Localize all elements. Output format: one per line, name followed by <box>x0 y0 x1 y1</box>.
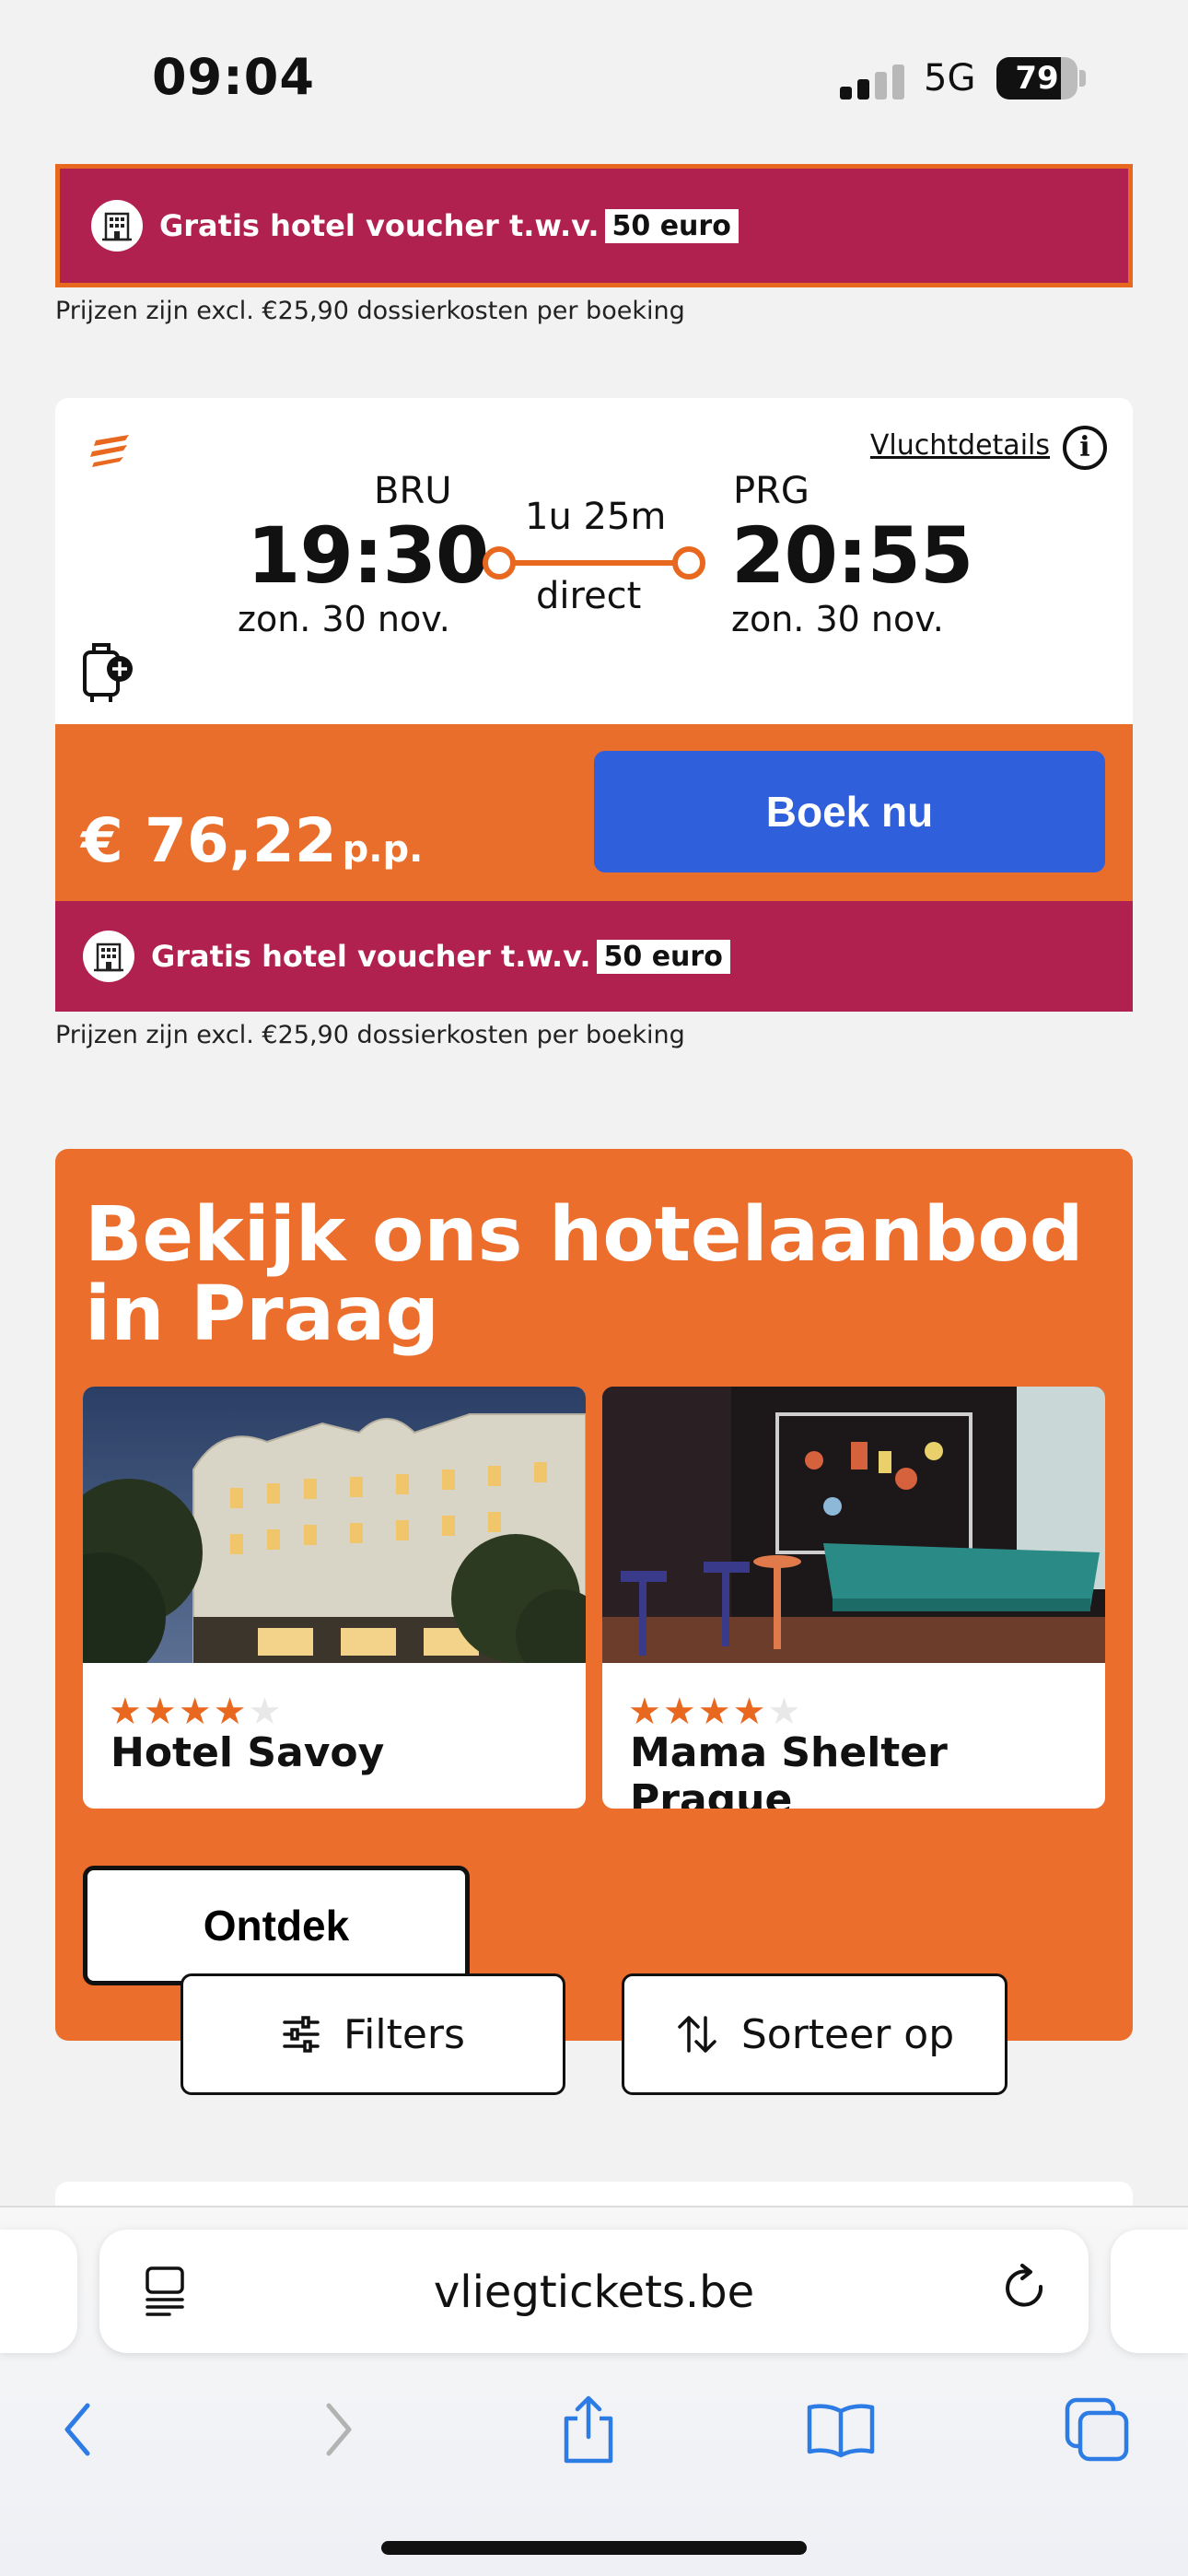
next-tab-preview[interactable] <box>1111 2230 1188 2353</box>
share-icon[interactable] <box>547 2388 630 2471</box>
voucher-amount: 50 euro <box>604 208 739 243</box>
fee-note-2: Prijzen zijn excl. €25,90 dossierkosten … <box>55 1021 685 1049</box>
hotel-icon <box>83 931 134 982</box>
filters-button[interactable]: Filters <box>181 1973 565 2095</box>
hotel-name: Hotel Savoy <box>111 1729 385 1776</box>
hotel-card-savoy[interactable]: ★★★★★ Hotel Savoy <box>83 1387 586 1809</box>
sort-button[interactable]: Sorteer op <box>622 1973 1007 2095</box>
voucher-text: Gratis hotel voucher t.w.v. <box>151 939 591 974</box>
airline-logo <box>88 433 134 474</box>
info-icon[interactable]: i <box>1063 426 1107 470</box>
voucher-banner-2[interactable]: Gratis hotel voucher t.w.v. 50 euro <box>55 901 1133 1012</box>
discover-button[interactable]: Ontdek <box>83 1866 470 1985</box>
back-icon[interactable] <box>37 2388 120 2471</box>
hotel-rating: ★★★★★ <box>109 1691 283 1733</box>
filters-label: Filters <box>344 2010 465 2058</box>
bookmarks-icon[interactable] <box>799 2388 882 2471</box>
flight-details-link[interactable]: Vluchtdetails <box>870 429 1050 462</box>
star-empty: ★ <box>767 1691 803 1733</box>
signal-icon <box>840 63 904 100</box>
sort-label: Sorteer op <box>740 2010 955 2058</box>
destination-dot <box>672 546 705 580</box>
route-line <box>483 560 705 566</box>
departure-date: zon. 30 nov. <box>238 599 450 639</box>
tabs-icon[interactable] <box>1055 2388 1138 2471</box>
price: € 76,22 p.p. <box>81 805 423 876</box>
battery-level: 79 <box>1015 60 1059 97</box>
fee-note: Prijzen zijn excl. €25,90 dossierkosten … <box>55 297 685 325</box>
hotel-name: Mama Shelter Prague <box>630 1729 948 1809</box>
filter-icon <box>283 2016 320 2053</box>
hotel-photo <box>83 1387 586 1663</box>
previous-tab-preview[interactable] <box>0 2230 77 2353</box>
sort-icon <box>678 2016 716 2053</box>
network-type: 5G <box>924 57 976 100</box>
star-rating: ★★★★ <box>628 1691 768 1733</box>
luggage-add-icon[interactable] <box>79 639 136 708</box>
hotel-card-mama-shelter[interactable]: ★★★★★ Mama Shelter Prague <box>602 1387 1105 1809</box>
hotel-promo-title: Bekijk ons hotelaanbod in Praag <box>85 1191 1084 1358</box>
hotel-photo <box>602 1387 1105 1663</box>
home-indicator <box>381 2541 807 2555</box>
star-empty: ★ <box>248 1691 284 1733</box>
hotel-icon <box>91 200 143 252</box>
battery-cap <box>1079 70 1086 87</box>
forward-icon[interactable] <box>297 2388 379 2471</box>
origin-dot <box>483 546 516 580</box>
price-unit: p.p. <box>342 828 424 871</box>
arrival-date: zon. 30 nov. <box>731 599 944 639</box>
url-text[interactable]: vliegtickets.be <box>99 2266 1089 2318</box>
reload-icon[interactable] <box>1000 2263 1052 2320</box>
status-time: 09:04 <box>152 48 315 106</box>
origin-code: BRU <box>374 470 452 512</box>
flight-stops: direct <box>536 575 642 617</box>
voucher-banner[interactable]: Gratis hotel voucher t.w.v. 50 euro <box>55 164 1133 287</box>
departure-time: 19:30 <box>247 510 489 601</box>
voucher-text: Gratis hotel voucher t.w.v. <box>159 208 600 243</box>
book-now-button[interactable]: Boek nu <box>594 751 1105 872</box>
flight-duration: 1u 25m <box>525 496 667 538</box>
destination-code: PRG <box>733 470 809 512</box>
voucher-amount: 50 euro <box>596 939 730 974</box>
star-rating: ★★★★ <box>109 1691 249 1733</box>
arrival-time: 20:55 <box>731 510 973 601</box>
battery-icon: 79 <box>996 57 1077 100</box>
price-value: € 76,22 <box>81 805 337 876</box>
hotel-rating: ★★★★★ <box>628 1691 802 1733</box>
